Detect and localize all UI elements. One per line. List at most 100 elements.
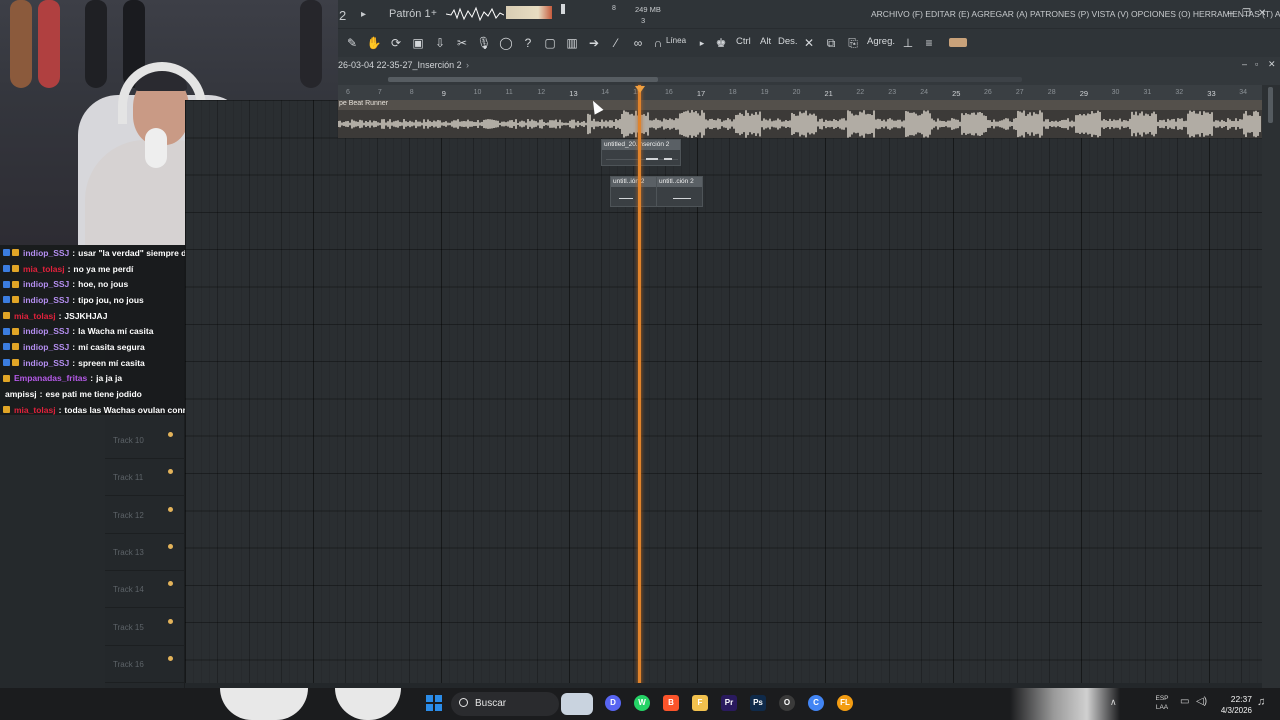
chat-separator: : bbox=[72, 326, 76, 337]
chat-username[interactable]: ampissj bbox=[5, 389, 37, 399]
track-enable-led-icon[interactable] bbox=[168, 543, 173, 549]
brave-icon[interactable]: B bbox=[663, 695, 679, 711]
timeline-ruler[interactable]: 6 7 8 9 10 11 12 13 14 15 16 17 18 19 20 21 22 23 24 25 26 27… bbox=[338, 85, 1262, 100]
piano-icon[interactable]: ▥ bbox=[564, 35, 580, 51]
color-swatch[interactable] bbox=[949, 38, 967, 47]
chat-username[interactable]: indiop_SSJ bbox=[23, 279, 69, 289]
track-enable-led-icon[interactable] bbox=[168, 581, 173, 587]
memory-indicator: 249 MB bbox=[635, 5, 661, 14]
snap-dropdown-icon[interactable]: ▸ bbox=[694, 35, 710, 51]
playlist-minimize-icon[interactable]: – bbox=[1242, 59, 1247, 69]
export-icon[interactable]: ⇩ bbox=[432, 35, 448, 51]
playhead-marker-icon[interactable] bbox=[635, 86, 645, 93]
taskbar-search[interactable]: Buscar bbox=[451, 692, 593, 716]
playlist-close-icon[interactable]: ✕ bbox=[1268, 59, 1276, 70]
deselect-button[interactable]: Des. bbox=[778, 36, 798, 47]
playlist-maximize-icon[interactable]: ▫ bbox=[1255, 59, 1258, 69]
network-icon[interactable]: ▭ bbox=[1180, 696, 1189, 707]
track-enable-led-icon[interactable] bbox=[168, 618, 173, 624]
master-volume-slider[interactable] bbox=[561, 4, 565, 14]
track-header[interactable]: Track 16 bbox=[105, 646, 185, 683]
chat-username[interactable]: indiop_SSJ bbox=[23, 248, 69, 258]
chat-username[interactable]: indiop_SSJ bbox=[23, 342, 69, 352]
track-enable-led-icon[interactable] bbox=[168, 469, 173, 475]
playlist-vertical-scrollbar[interactable] bbox=[1262, 85, 1280, 688]
chat-separator: : bbox=[72, 341, 76, 352]
add-pattern-icon[interactable]: + bbox=[431, 8, 437, 19]
clock-time[interactable]: 22:37 bbox=[1224, 694, 1252, 704]
obs-icon[interactable]: O bbox=[779, 695, 795, 711]
window-icon[interactable]: ▢ bbox=[542, 35, 558, 51]
chat-username[interactable]: mia_tolasj bbox=[14, 311, 56, 321]
file-explorer-icon[interactable]: F bbox=[692, 695, 708, 711]
scrollbar-thumb[interactable] bbox=[388, 77, 658, 82]
link-icon[interactable]: ∞ bbox=[630, 35, 646, 51]
chrome-icon[interactable]: C bbox=[808, 695, 824, 711]
pattern-clip[interactable]: untitl..ción 2 bbox=[656, 176, 703, 207]
arrow-right-icon[interactable]: ➔ bbox=[586, 35, 602, 51]
vertical-scrollbar-thumb[interactable] bbox=[1268, 87, 1273, 123]
magnet-icon[interactable]: ∩ bbox=[650, 35, 666, 51]
split-icon[interactable]: ⊥ bbox=[900, 35, 916, 51]
copy-icon[interactable]: ⧉ bbox=[823, 35, 839, 51]
list-icon[interactable]: ≡ bbox=[921, 35, 937, 51]
track-header[interactable]: Track 11 bbox=[105, 459, 185, 497]
chat-username[interactable]: Empanadas_fritas bbox=[14, 373, 87, 383]
cut-icon[interactable]: ✂ bbox=[454, 35, 470, 51]
main-menu-bar[interactable]: ARCHIVO (F) EDITAR (E) AGREGAR (A) PATRO… bbox=[871, 9, 1280, 19]
tempo-display[interactable]: 2 bbox=[339, 8, 346, 23]
restore-icon[interactable]: ❐ bbox=[1242, 8, 1251, 19]
volume-icon[interactable]: ◁) bbox=[1196, 696, 1207, 707]
windows-start-icon[interactable] bbox=[426, 695, 442, 711]
chat-username[interactable]: indiop_SSJ bbox=[23, 326, 69, 336]
language-indicator[interactable]: ESP LAA bbox=[1152, 694, 1172, 712]
track-enable-led-icon[interactable] bbox=[168, 432, 173, 437]
record-mic-icon[interactable]: 🎙 bbox=[476, 35, 492, 51]
paste-icon[interactable]: ⎘ bbox=[845, 35, 861, 51]
notification-bell-icon[interactable]: ♫ bbox=[1257, 696, 1265, 708]
delete-icon[interactable]: ✕ bbox=[801, 35, 817, 51]
playlist-horizontal-scrollbar[interactable] bbox=[388, 77, 1022, 82]
snap-selector[interactable]: Línea bbox=[666, 36, 686, 45]
track-enable-led-icon[interactable] bbox=[168, 655, 173, 661]
brush-icon[interactable]: ⁄ bbox=[608, 35, 624, 51]
discord-icon[interactable]: D bbox=[605, 695, 621, 711]
minimize-icon[interactable]: – bbox=[1228, 8, 1234, 19]
chat-username[interactable]: indiop_SSJ bbox=[23, 295, 69, 305]
title-arrow-icon[interactable]: › bbox=[466, 60, 469, 70]
photoshop-icon[interactable]: Ps bbox=[750, 695, 766, 711]
track-header[interactable]: Track 10 bbox=[105, 422, 185, 459]
track-enable-led-icon[interactable] bbox=[168, 506, 173, 512]
playhead[interactable] bbox=[638, 85, 641, 688]
loop-icon[interactable]: ⟳ bbox=[388, 35, 404, 51]
add-button[interactable]: Agreg. bbox=[867, 36, 895, 47]
track-header[interactable]: Track 14 bbox=[105, 571, 185, 609]
chat-bubble-icon[interactable]: ◯ bbox=[498, 35, 514, 51]
alt-key-button[interactable]: Alt bbox=[760, 36, 771, 47]
draw-tool-icon[interactable]: ✎ bbox=[344, 35, 360, 51]
playlist-grid[interactable] bbox=[185, 100, 1262, 688]
help-icon[interactable]: ? bbox=[520, 35, 536, 51]
whatsapp-icon[interactable]: W bbox=[634, 695, 650, 711]
track-header[interactable]: Track 13 bbox=[105, 534, 185, 571]
track-header[interactable]: Track 15 bbox=[105, 609, 185, 646]
track-header[interactable]: Track 12 bbox=[105, 497, 185, 534]
save-icon[interactable]: ▣ bbox=[410, 35, 426, 51]
clock-date[interactable]: 4/3/2026 bbox=[1218, 706, 1252, 715]
ctrl-key-button[interactable]: Ctrl bbox=[736, 36, 751, 47]
audio-clip-header[interactable]: pe Beat Runner bbox=[338, 100, 1262, 110]
chat-username[interactable]: mia_tolasj bbox=[14, 405, 56, 415]
audio-clip[interactable]: pe Beat Runner bbox=[338, 100, 1262, 138]
premiere-icon[interactable]: Pr bbox=[721, 695, 737, 711]
pattern-clip[interactable]: untitled_20..nserción 2 bbox=[601, 139, 681, 166]
pattern-selector[interactable]: Patrón 1 bbox=[389, 8, 431, 20]
pattern-clip[interactable]: untitl..ión 2 bbox=[610, 176, 657, 207]
tray-chevron-icon[interactable]: ∧ bbox=[1110, 697, 1117, 708]
chat-username[interactable]: mia_tolasj bbox=[23, 264, 65, 274]
play-arrow-icon[interactable]: ▸ bbox=[361, 9, 366, 20]
close-icon[interactable]: ✕ bbox=[1258, 8, 1266, 19]
fl-studio-icon[interactable]: FL bbox=[837, 695, 853, 711]
paint-tool-icon[interactable]: ✋ bbox=[366, 35, 382, 51]
chat-username[interactable]: indiop_SSJ bbox=[23, 358, 69, 368]
stamp-icon[interactable]: ♚ bbox=[713, 35, 729, 51]
